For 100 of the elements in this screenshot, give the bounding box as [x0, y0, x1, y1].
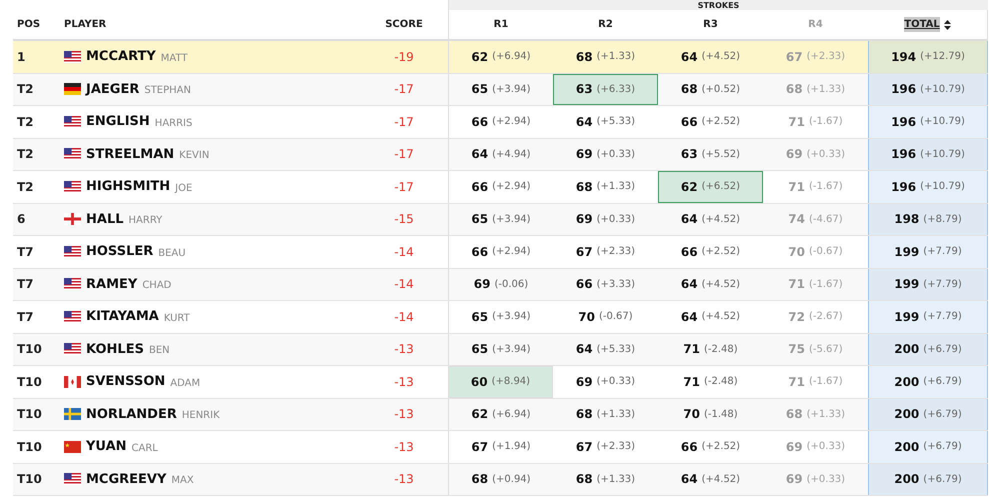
round-cell: 62 (+6.94) [448, 41, 553, 72]
player-row[interactable]: 1 MCCARTY MATT -19 62 (+6.94) 68 (+1.33) 64 (+4.52) 67 (+2.33) 194 (+12.79) [13, 41, 988, 74]
total-cell: 198 (+8.79) [868, 204, 988, 235]
player-row[interactable]: T7 KITAYAMA KURT -14 65 (+3.94) 70 (-0.67) 64 (+4.52) 72 (-2.67) 199 (+7.79) [13, 301, 988, 334]
player-last-name[interactable]: HALL [86, 210, 124, 229]
player-last-name[interactable]: MCGREEVY [86, 470, 166, 489]
position: T2 [17, 81, 34, 98]
round-cell-text: 69 (+0.33) [574, 146, 636, 164]
round-cell-text: 71 (-2.48) [682, 374, 739, 391]
position: T7 [17, 308, 34, 326]
round-cell-text: 68 (+1.33) [784, 81, 846, 98]
position: T7 [17, 244, 34, 261]
score: -15 [394, 211, 414, 228]
player-last-name[interactable]: RAMEY [86, 274, 138, 294]
player-row[interactable]: 6 HALL HARRY -15 65 (+3.94) 69 (+0.33) 64 (+4.52) 74 (-4.67) 198 (+8.79) [13, 204, 988, 236]
player-row[interactable]: T2 STREELMAN KEVIN -17 64 (+4.94) 69 (+0.33) 63 (+5.52) 69 (+0.33) 196 (+10.79) [13, 138, 988, 171]
total-cell: 196 (+10.79) [868, 106, 988, 138]
round-cell: 63 (+6.33) [553, 74, 658, 105]
round-cell: 66 (+2.94) [448, 106, 553, 138]
player-row[interactable]: T10 YUAN CARL -13 67 (+1.94) 67 (+2.33) 66 (+2.52) 69 (+0.33) 200 (+6.79) [13, 431, 988, 464]
round-cell-text: 68 (+1.33) [574, 48, 636, 66]
position: T10 [17, 438, 42, 456]
sort-icon[interactable] [944, 20, 951, 30]
round-cell-text: 70 (-1.48) [682, 406, 739, 424]
round-cell-text: 64 (+4.52) [680, 211, 742, 228]
player-row[interactable]: T7 RAMEY CHAD -14 69 (-0.06) 66 (+3.33) 64 (+4.52) 71 (-1.67) 199 (+7.79) [13, 268, 988, 301]
round-cell-text: 68 (+1.33) [574, 178, 636, 196]
player-first-name: KURT [164, 312, 190, 326]
round-cell: 66 (+2.94) [448, 236, 553, 268]
player-row[interactable]: T7 HOSSLER BEAU -14 66 (+2.94) 67 (+2.33) 66 (+2.52) 70 (-0.67) 199 (+7.79) [13, 236, 988, 268]
player-row[interactable]: T10 KOHLES BEN -13 65 (+3.94) 64 (+5.33) 71 (-2.48) 75 (-5.67) 200 (+6.79) [13, 334, 988, 366]
player-last-name[interactable]: KOHLES [86, 340, 144, 359]
player-row[interactable]: T2 ENGLISH HARRIS -17 66 (+2.94) 64 (+5.33) 66 (+2.52) 71 (-1.67) 196 (+10.79) [13, 106, 988, 138]
round-cell-text: 71 (-1.67) [787, 178, 844, 196]
player-last-name[interactable]: ENGLISH [86, 112, 150, 132]
player-first-name: BEN [148, 344, 170, 358]
player-row[interactable]: T10 MCGREEVY MAX -13 68 (+0.94) 68 (+1.33) 64 (+4.52) 69 (+0.33) 200 (+6.79) [13, 464, 988, 496]
flag-icon [64, 148, 81, 160]
score: -13 [394, 341, 414, 358]
flag-icon [64, 83, 81, 96]
round-cell-text: 67 (+2.33) [574, 244, 636, 261]
total-cell: 200 (+6.79) [868, 464, 988, 495]
player-first-name: CARL [132, 442, 158, 456]
player-row[interactable]: T10 SVENSSON ADAM -13 60 (+8.94) 69 (+0.33) 71 (-2.48) 71 (-1.67) 200 (+6.79) [13, 366, 988, 398]
round-cell-text: 67 (+2.33) [574, 438, 636, 456]
round-cell-text: 64 (+4.52) [680, 276, 742, 294]
flag-icon [64, 408, 81, 420]
round-cell-text: 66 (+2.52) [680, 438, 742, 456]
score: -13 [394, 406, 414, 424]
player-last-name[interactable]: HOSSLER [86, 242, 154, 262]
round-cell: 67 (+1.94) [448, 431, 553, 462]
flag-icon [64, 116, 81, 128]
position: T2 [17, 114, 34, 131]
round-cell-text: 75 (-5.67) [787, 341, 844, 358]
round-cell-text: 69 (+0.33) [784, 471, 846, 488]
player-last-name[interactable]: KITAYAMA [86, 307, 159, 326]
column-header[interactable]: TOTAL [904, 17, 940, 32]
round-cell-text: 68 (+1.33) [574, 471, 636, 488]
round-cell-text: 68 (+1.33) [574, 406, 636, 424]
player-first-name: JOE [175, 182, 192, 196]
player-last-name[interactable]: SVENSSON [86, 372, 166, 392]
position: T2 [17, 178, 34, 196]
column-header: POS [17, 18, 40, 32]
round-cell-text: 64 (+5.33) [574, 114, 636, 131]
player-last-name[interactable]: STREELMAN [86, 144, 174, 164]
total-cell: 199 (+7.79) [868, 236, 988, 268]
player-last-name[interactable]: NORLANDER [86, 404, 177, 424]
flag-icon [64, 246, 81, 258]
round-cell: 68 (+0.94) [448, 464, 553, 495]
player-first-name: BEAU [158, 246, 186, 261]
player-row[interactable]: T2 JAEGER STEPHAN -17 65 (+3.94) 63 (+6.33) 68 (+0.52) 68 (+1.33) 196 (+10.79) [13, 74, 988, 106]
round-cell-text: 64 (+4.52) [680, 471, 742, 488]
round-cell: 60 (+8.94) [448, 366, 553, 398]
round-cell-text: 69 (+0.33) [784, 146, 846, 164]
round-cell-text: 63 (+5.52) [680, 146, 742, 164]
round-cell-text: 70 (-0.67) [577, 308, 634, 326]
player-first-name: MAX [171, 474, 194, 488]
player-last-name[interactable]: JAEGER [86, 80, 140, 99]
round-cell: 64 (+4.94) [448, 138, 553, 170]
player-last-name[interactable]: YUAN [86, 437, 127, 456]
score: -17 [394, 178, 414, 196]
round-cell: 69 (-0.06) [448, 268, 553, 300]
player-last-name[interactable]: HIGHSMITH [86, 177, 170, 196]
round-cell-text: 64 (+5.33) [574, 341, 636, 358]
column-header: R3 [703, 18, 718, 32]
player-row[interactable]: T2 HIGHSMITH JOE -17 66 (+2.94) 68 (+1.33) 62 (+6.52) 71 (-1.67) 196 (+10.79) [13, 171, 988, 204]
position: T2 [17, 146, 34, 164]
flag-icon [64, 440, 81, 453]
round-cell-text: 71 (-1.67) [787, 276, 844, 294]
player-last-name[interactable]: MCCARTY [86, 47, 156, 66]
round-cell-text: 70 (-0.67) [787, 244, 844, 261]
player-row[interactable]: T10 NORLANDER HENRIK -13 62 (+6.94) 68 (+1.33) 70 (-1.48) 68 (+1.33) 200 (+6.79) [13, 398, 988, 431]
round-cell: 62 (+6.52) [658, 171, 763, 202]
total-cell: 200 (+6.79) [868, 398, 988, 430]
player-first-name: KEVIN [179, 149, 210, 164]
total-cell: 196 (+10.79) [868, 74, 988, 105]
position: T10 [17, 374, 42, 391]
position: T10 [17, 471, 42, 488]
score: -13 [394, 374, 414, 391]
column-header: PLAYER [64, 18, 106, 32]
